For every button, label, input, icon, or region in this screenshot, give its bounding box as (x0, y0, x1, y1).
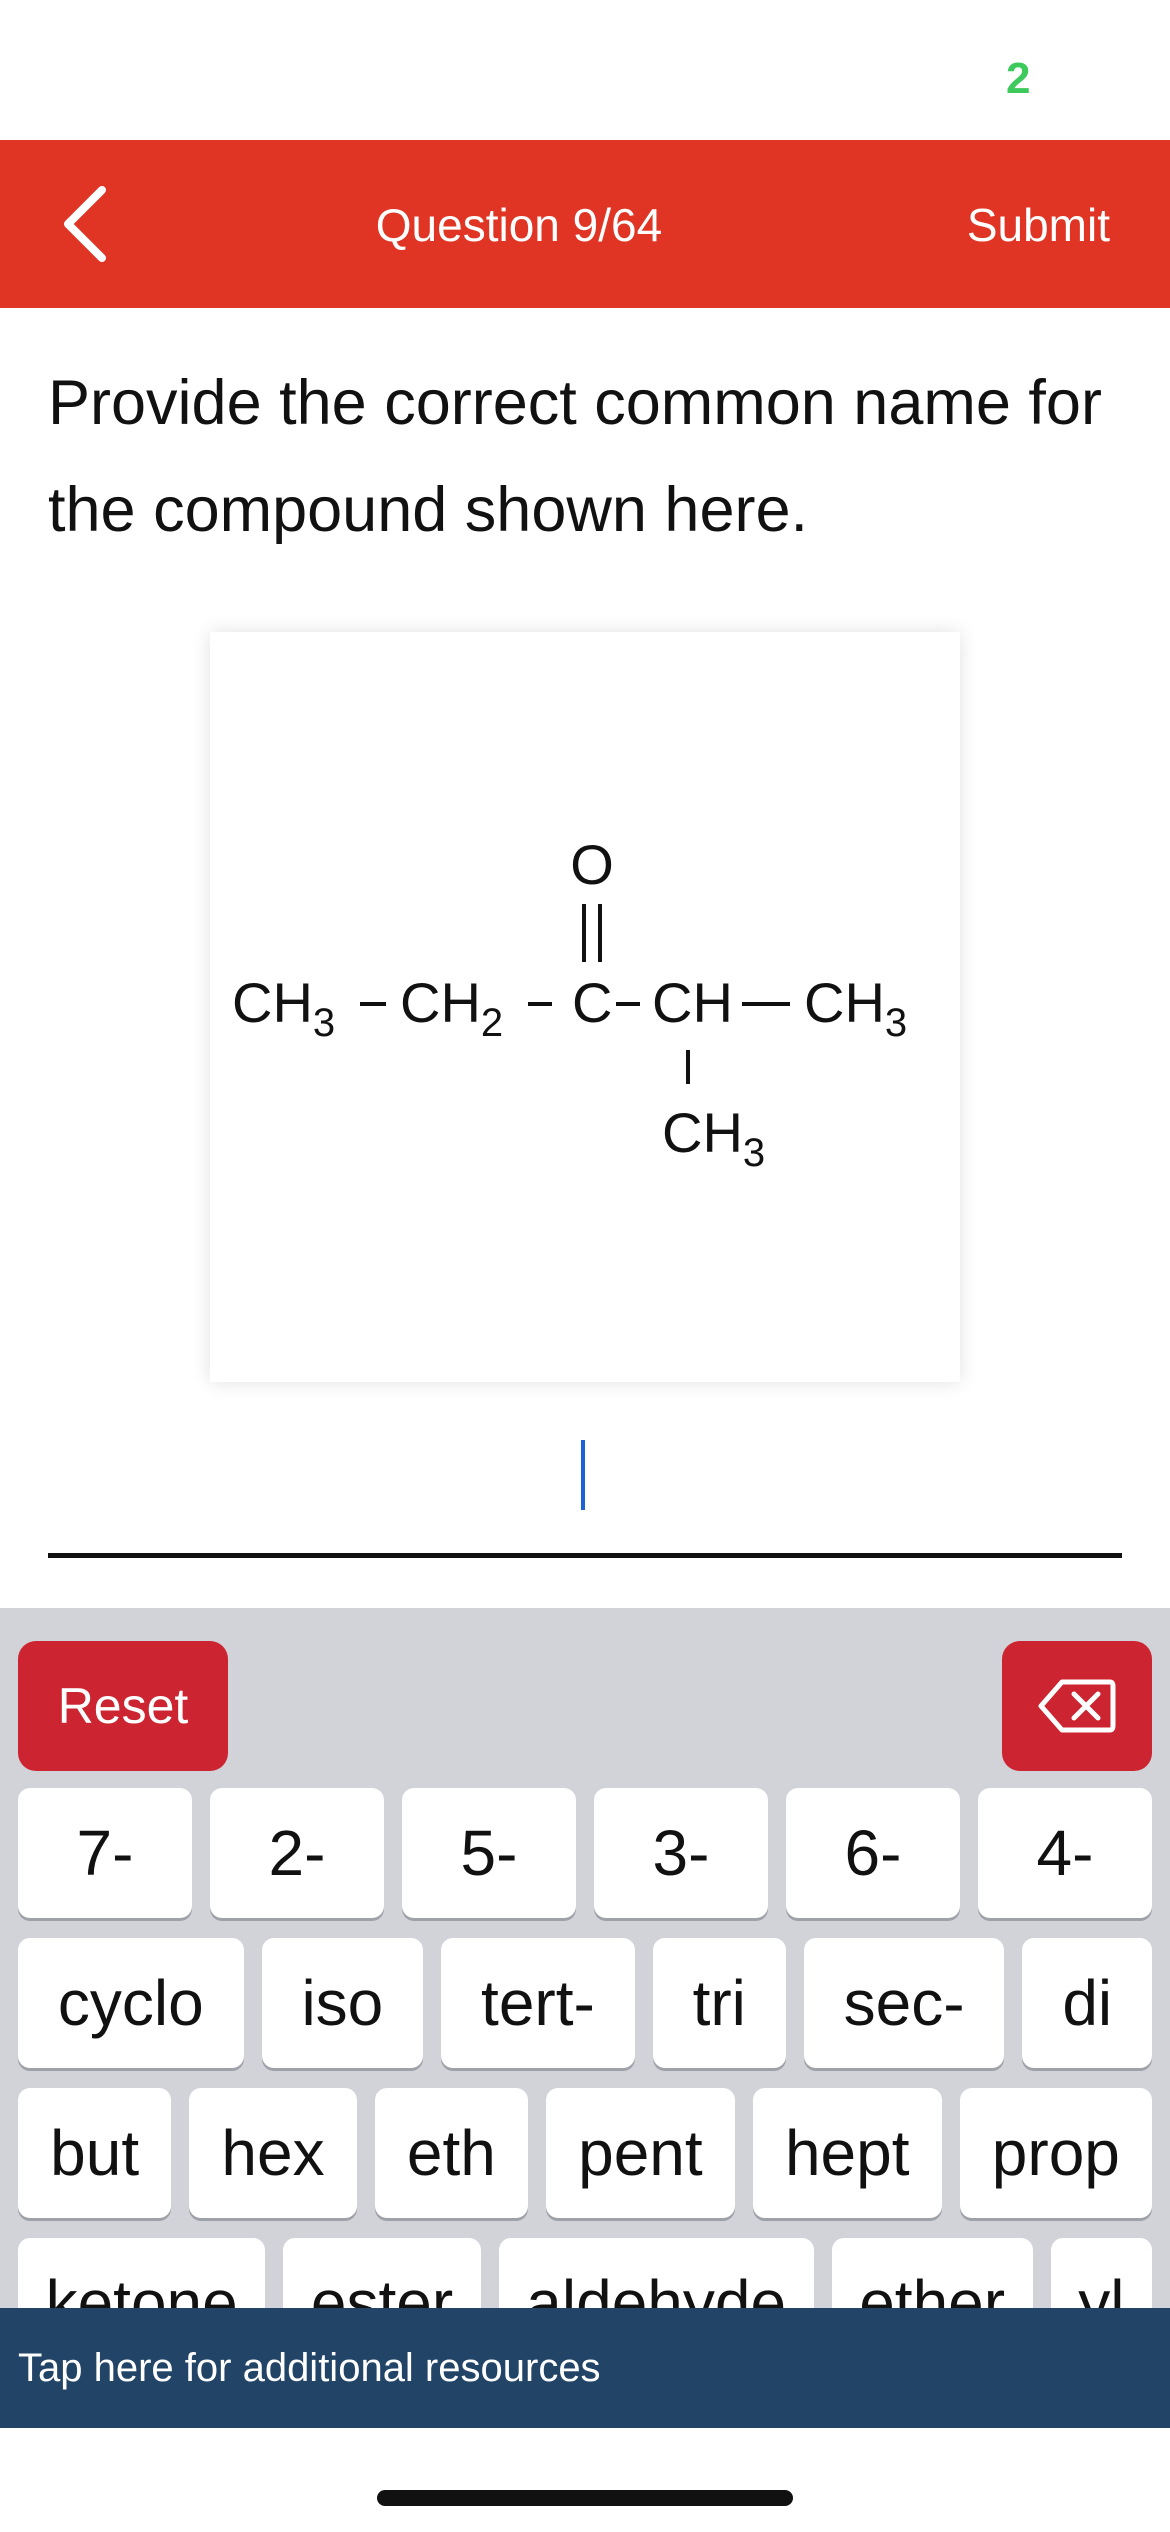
key-eth[interactable]: eth (374, 2088, 528, 2218)
reset-button[interactable]: Reset (18, 1641, 228, 1771)
answer-input[interactable] (48, 1420, 1122, 1550)
key-6-prefix[interactable]: 6- (786, 1788, 960, 1918)
delete-button[interactable] (1002, 1641, 1152, 1771)
key-yl[interactable]: yl (1050, 2238, 1153, 2308)
key-5-prefix[interactable]: 5- (402, 1788, 576, 1918)
chain-ch3-right: CH3 (804, 971, 907, 1045)
carbonyl-oxygen: O (570, 833, 614, 896)
branch-ch3: CH3 (662, 1101, 765, 1175)
key-row-1: 7- 2- 5- 3- 6- 4- (18, 1788, 1152, 1918)
svg-text:CH2: CH2 (400, 971, 503, 1045)
bottom-safe-area (0, 2428, 1170, 2532)
key-3-prefix[interactable]: 3- (594, 1788, 768, 1918)
home-indicator[interactable] (377, 2490, 793, 2506)
key-ether[interactable]: ether (831, 2238, 1033, 2308)
status-bar: 2 (0, 0, 1170, 140)
svg-text:CH3: CH3 (662, 1101, 765, 1175)
key-row-3: but hex eth pent hept prop (18, 2088, 1153, 2218)
additional-resources-button[interactable]: Tap here for additional resources (0, 2308, 1170, 2428)
key-tert[interactable]: tert- (441, 1938, 635, 2068)
key-sec[interactable]: sec- (803, 1938, 1005, 2068)
answer-underline (48, 1553, 1122, 1558)
carbonyl-carbon: C (572, 971, 612, 1034)
key-iso[interactable]: iso (261, 1938, 424, 2068)
key-4-prefix[interactable]: 4- (978, 1788, 1152, 1918)
key-row-2: cyclo iso tert- tri sec- di (18, 1938, 1153, 2068)
key-hex[interactable]: hex (189, 2088, 357, 2218)
key-ketone[interactable]: ketone (18, 2238, 266, 2308)
key-cyclo[interactable]: cyclo (18, 1938, 244, 2068)
key-2-prefix[interactable]: 2- (210, 1788, 384, 1918)
key-ester[interactable]: ester (283, 2238, 481, 2308)
question-text: Provide the correct common name for the … (48, 368, 1102, 545)
chain-ch: CH (652, 971, 733, 1034)
structure-figure: O CH3 CH2 C CH CH3 CH3 (210, 632, 960, 1382)
text-caret (581, 1440, 585, 1510)
key-aldehyde[interactable]: aldehyde (498, 2238, 814, 2308)
backspace-icon (1038, 1679, 1116, 1733)
header-bar: Question 9/64 Submit (0, 140, 1170, 308)
svg-text:CH3: CH3 (804, 971, 907, 1045)
key-di[interactable]: di (1022, 1938, 1153, 2068)
answer-keyboard: Reset 7- 2- 5- 3- 6- 4- cyclo iso tert- … (0, 1608, 1170, 2308)
status-indicator: 2 (1006, 54, 1031, 103)
key-row-4: ketone ester aldehyde ether yl (18, 2238, 1153, 2308)
chain-ch2: CH2 (400, 971, 503, 1045)
key-hept[interactable]: hept (752, 2088, 942, 2218)
submit-button[interactable]: Submit (967, 198, 1110, 252)
chain-ch3-left: CH3 (232, 971, 335, 1045)
svg-text:CH3: CH3 (232, 971, 335, 1045)
key-7-prefix[interactable]: 7- (18, 1788, 192, 1918)
key-but[interactable]: but (18, 2088, 172, 2218)
key-pent[interactable]: pent (545, 2088, 735, 2218)
key-prop[interactable]: prop (959, 2088, 1153, 2218)
key-tri[interactable]: tri (652, 1938, 786, 2068)
